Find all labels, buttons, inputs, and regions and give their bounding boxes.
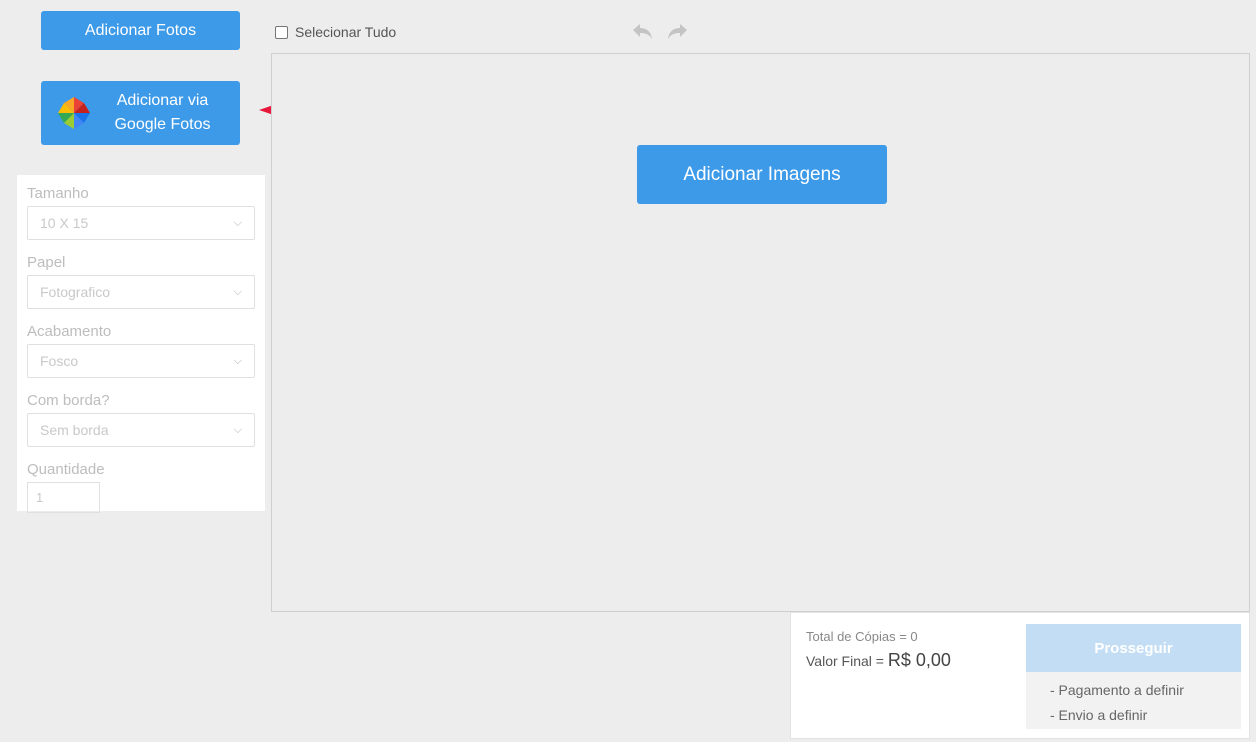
border-select-value: Sem borda: [40, 422, 109, 438]
proceed-button[interactable]: Prosseguir: [1026, 624, 1241, 672]
chevron-down-icon: ⌵: [233, 423, 242, 436]
undo-icon[interactable]: [630, 21, 654, 43]
paper-select[interactable]: Fotografico ⌵: [27, 275, 255, 309]
image-drop-area[interactable]: Adicionar Imagens: [271, 53, 1250, 612]
select-all[interactable]: Selecionar Tudo: [275, 24, 396, 40]
google-label-line2: Google Fotos: [114, 116, 211, 133]
google-photos-icon: [58, 97, 90, 129]
total-copies: Total de Cópias = 0: [806, 629, 918, 644]
border-label: Com borda?: [27, 392, 110, 409]
paper-label: Papel: [27, 254, 66, 271]
size-select[interactable]: 10 X 15 ⌵: [27, 206, 255, 240]
finish-label: Acabamento: [27, 323, 112, 340]
select-all-label: Selecionar Tudo: [295, 24, 397, 40]
final-value-amount: R$ 0,00: [887, 650, 951, 670]
finish-select-value: Fosco: [40, 353, 79, 369]
print-options-panel: Tamanho 10 X 15 ⌵ Papel Fotografico ⌵ Ac…: [17, 175, 265, 513]
add-via-google-photos-button[interactable]: Adicionar via Google Fotos: [41, 81, 240, 145]
quantity-input[interactable]: 1: [27, 482, 100, 513]
select-all-checkbox[interactable]: [275, 25, 288, 39]
undo-redo-controls: [630, 21, 690, 43]
google-label-line1: Adicionar via: [116, 92, 209, 109]
proceed-box: Prosseguir - Pagamento a definir - Envio…: [1026, 624, 1241, 729]
quantity-label: Quantidade: [27, 461, 105, 478]
order-summary-panel: Total de Cópias = 0 Valor Final = R$ 0,0…: [790, 612, 1250, 739]
final-value: Valor Final = R$ 0,00: [806, 650, 951, 671]
finish-select[interactable]: Fosco ⌵: [27, 344, 255, 378]
add-images-label: Adicionar Imagens: [683, 163, 841, 185]
border-select[interactable]: Sem borda ⌵: [27, 413, 255, 447]
final-value-label: Valor Final =: [806, 653, 888, 669]
chevron-down-icon: ⌵: [233, 216, 242, 229]
redo-icon[interactable]: [666, 21, 690, 43]
paper-select-value: Fotografico: [40, 284, 111, 300]
size-select-value: 10 X 15: [40, 215, 89, 231]
add-photos-button[interactable]: Adicionar Fotos: [41, 11, 240, 50]
add-images-button[interactable]: Adicionar Imagens: [637, 145, 887, 204]
shipping-note: - Envio a definir: [1050, 707, 1148, 723]
payment-note: - Pagamento a definir: [1050, 682, 1184, 698]
size-label: Tamanho: [27, 185, 89, 202]
add-photos-label: Adicionar Fotos: [84, 21, 197, 39]
chevron-down-icon: ⌵: [233, 285, 242, 298]
add-via-google-photos-label: Adicionar via Google Fotos: [91, 89, 240, 137]
chevron-down-icon: ⌵: [233, 354, 242, 367]
